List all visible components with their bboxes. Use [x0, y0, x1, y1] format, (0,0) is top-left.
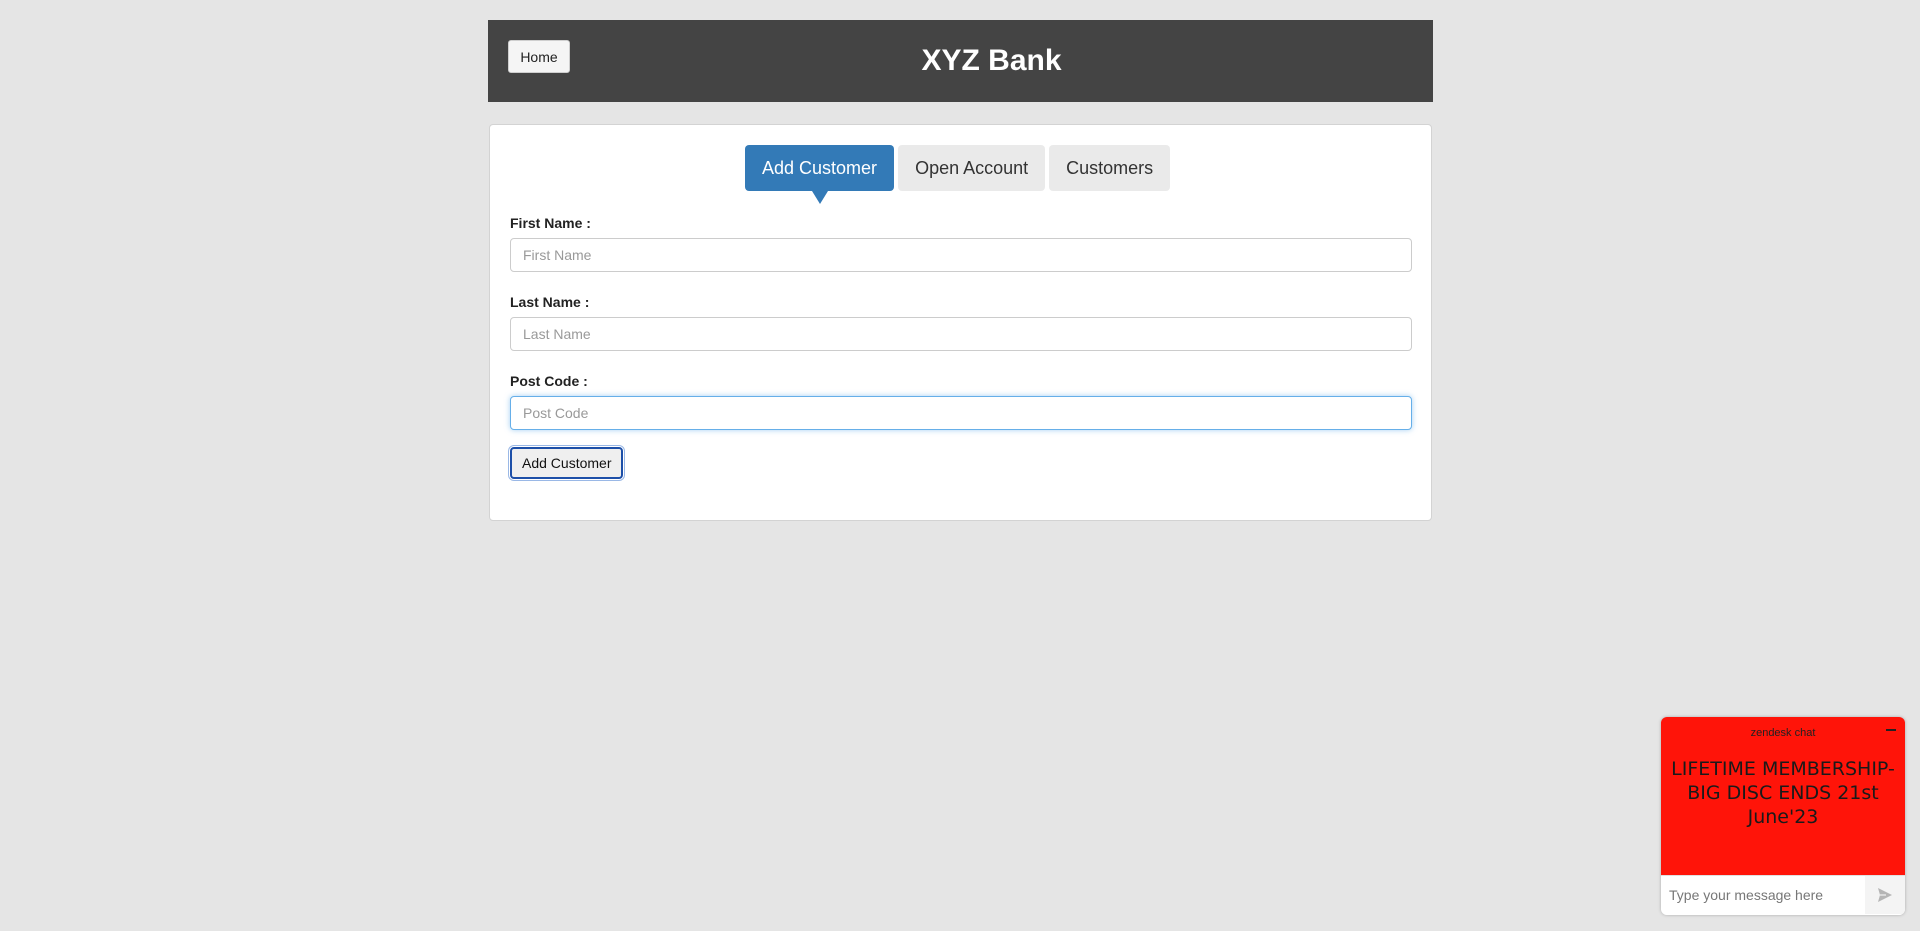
minus-icon [1886, 729, 1896, 731]
post-code-label: Post Code : [510, 373, 588, 389]
last-name-input[interactable] [510, 317, 1412, 351]
manager-tabs: Add Customer Open Account Customers [745, 145, 1171, 204]
post-code-input[interactable] [510, 396, 1412, 430]
bank-title: XYZ Bank [921, 44, 1062, 77]
send-button[interactable] [1865, 876, 1905, 914]
chat-message-input[interactable] [1661, 876, 1877, 914]
tab-open-account[interactable]: Open Account [898, 145, 1046, 191]
first-name-input[interactable] [510, 238, 1412, 272]
tab-add-customer[interactable]: Add Customer [745, 145, 895, 204]
manager-panel: Add Customer Open Account Customers Firs… [489, 124, 1432, 521]
tab-customers[interactable]: Customers [1049, 145, 1171, 191]
chat-compose [1661, 875, 1905, 915]
chat-widget: zendesk chat LIFETIME MEMBERSHIP- BIG DI… [1661, 717, 1905, 915]
chat-header: zendesk chat LIFETIME MEMBERSHIP- BIG DI… [1661, 717, 1905, 875]
first-name-label: First Name : [510, 215, 591, 231]
chat-promo-message: LIFETIME MEMBERSHIP- BIG DISC ENDS 21st … [1671, 758, 1895, 828]
send-icon [1878, 888, 1892, 902]
add-customer-form: First Name : Last Name : Post Code : Add… [507, 213, 1412, 481]
minimize-icon[interactable] [1883, 721, 1899, 737]
chat-brand-label: zendesk chat [1750, 727, 1816, 739]
add-customer-submit-button[interactable]: Add Customer [507, 445, 626, 481]
bank-header: Home XYZ Bank [488, 20, 1433, 102]
last-name-label: Last Name : [510, 294, 590, 310]
